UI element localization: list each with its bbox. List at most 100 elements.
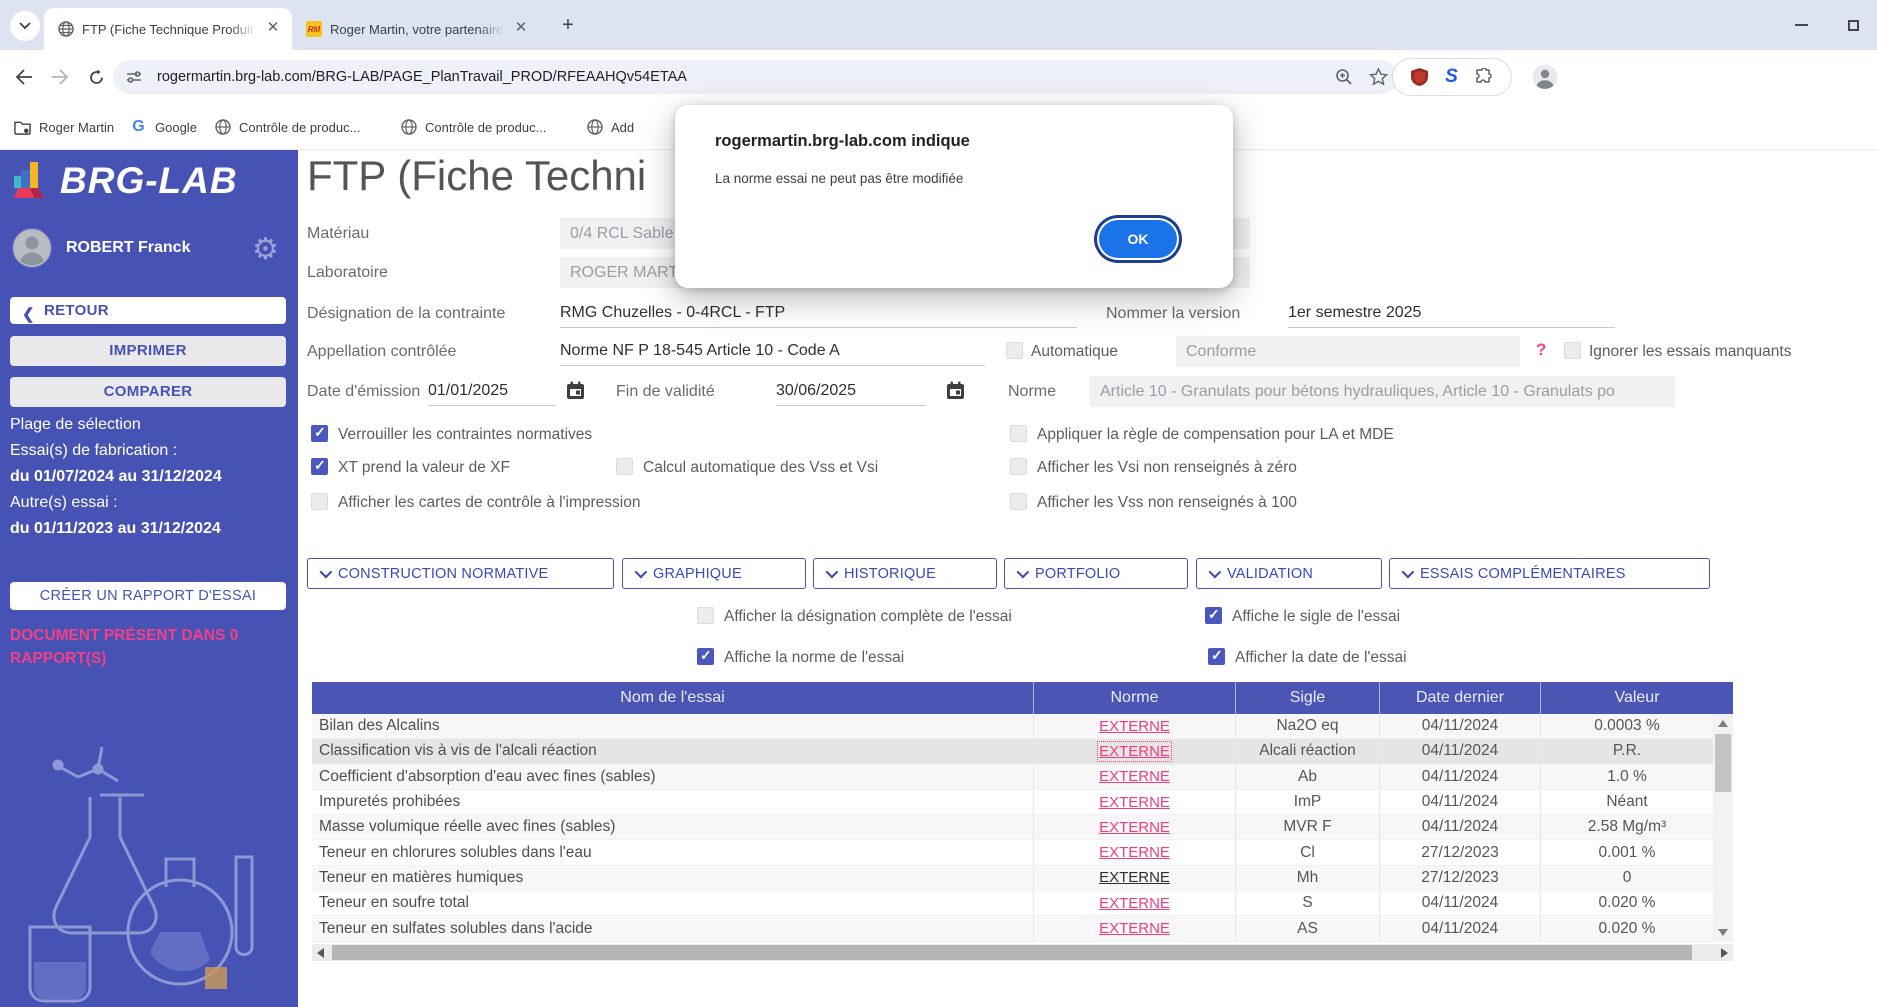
calcul-checkbox[interactable] — [616, 458, 633, 475]
scroll-up-icon[interactable] — [1718, 720, 1728, 727]
designation-input[interactable]: RMG Chuzelles - 0-4RCL - FTP — [560, 301, 1077, 328]
tab-search-button[interactable] — [10, 11, 40, 41]
extensions-pill: S — [1392, 58, 1512, 96]
alert-dialog: rogermartin.brg-lab.com indique La norme… — [675, 105, 1233, 288]
help-question-mark[interactable]: ? — [1536, 340, 1546, 360]
table-row[interactable]: Bilan des Alcalins EXTERNE Na2O eq 04/11… — [312, 714, 1733, 739]
col-date[interactable]: Date dernier — [1379, 682, 1540, 714]
scroll-down-icon[interactable] — [1718, 929, 1728, 936]
norme-link[interactable]: EXTERNE — [1099, 718, 1170, 735]
retour-button[interactable]: ❮ RETOUR — [10, 297, 286, 324]
date-essai-checkbox[interactable] — [1208, 648, 1225, 665]
fin-validite-input[interactable]: 30/06/2025 — [776, 379, 926, 406]
url-text[interactable]: rogermartin.brg-lab.com/BRG-LAB/PAGE_Pla… — [157, 69, 687, 85]
forward-button[interactable] — [46, 63, 74, 91]
cell-valeur: 0.020 % — [1540, 891, 1713, 915]
gear-icon[interactable]: ⚙ — [252, 232, 279, 267]
comparer-button[interactable]: COMPARER — [10, 377, 286, 407]
bookmark-item[interactable]: Contrôle de produc... — [392, 113, 554, 141]
dialog-message: La norme essai ne peut pas être modifiée — [715, 171, 963, 186]
brg-lab-logo-icon — [12, 160, 54, 202]
compensation-checkbox[interactable] — [1010, 425, 1027, 442]
profile-avatar[interactable] — [1528, 60, 1562, 94]
site-info-icon[interactable] — [125, 68, 143, 86]
accordion-button[interactable]: CONSTRUCTION NORMATIVE — [307, 558, 614, 589]
table-row[interactable]: Impuretés prohibées EXTERNE ImP 04/11/20… — [312, 790, 1733, 815]
browser-tab[interactable]: RM Roger Martin, votre partenaire t ✕ — [292, 8, 540, 50]
accordion-button[interactable]: HISTORIQUE — [813, 558, 997, 589]
norme-link[interactable]: EXTERNE — [1099, 869, 1170, 886]
table-row[interactable]: Teneur en matières humiques EXTERNE Mh 2… — [312, 866, 1733, 891]
cell-date: 04/11/2024 — [1379, 891, 1540, 915]
norme-link[interactable]: EXTERNE — [1099, 920, 1170, 937]
norme-link[interactable]: EXTERNE — [1099, 768, 1170, 785]
maximize-icon[interactable] — [1848, 20, 1859, 31]
table-row[interactable]: Teneur en chlorures solubles dans l'eau … — [312, 840, 1733, 865]
bookmark-star-icon[interactable] — [1369, 68, 1388, 86]
col-sigle[interactable]: Sigle — [1235, 682, 1379, 714]
table-row[interactable]: Masse volumique réelle avec fines (sable… — [312, 815, 1733, 840]
table-row[interactable]: Teneur en soufre total EXTERNE S 04/11/2… — [312, 891, 1733, 916]
hscroll-thumb[interactable] — [332, 945, 1692, 960]
table-row[interactable]: Classification vis à vis de l'alcali réa… — [312, 739, 1733, 764]
cell-sigle: Na2O eq — [1235, 714, 1379, 738]
bookmark-item[interactable]: Roger Martin — [6, 113, 122, 141]
col-norme[interactable]: Norme — [1033, 682, 1235, 714]
table-horizontal-scrollbar[interactable] — [312, 944, 1733, 961]
omnibox[interactable]: rogermartin.brg-lab.com/BRG-LAB/PAGE_Pla… — [113, 60, 1398, 94]
automatique-checkbox[interactable] — [1006, 342, 1023, 359]
ublock-extension-icon[interactable] — [1411, 68, 1428, 86]
vscroll-thumb[interactable] — [1715, 734, 1731, 792]
table-row[interactable]: Coefficient d'absorption d'eau avec fine… — [312, 765, 1733, 790]
vss-checkbox[interactable] — [1010, 493, 1027, 510]
scroll-left-icon[interactable] — [317, 948, 324, 958]
col-nom[interactable]: Nom de l'essai — [312, 682, 1033, 714]
norme-link[interactable]: EXTERNE — [1099, 844, 1170, 861]
zoom-icon[interactable] — [1335, 68, 1353, 86]
browser-toolbar: rogermartin.brg-lab.com/BRG-LAB/PAGE_Pla… — [0, 50, 1877, 104]
date-emission-input[interactable]: 01/01/2025 — [428, 379, 556, 406]
col-valeur[interactable]: Valeur — [1540, 682, 1733, 714]
calendar-icon[interactable] — [946, 381, 965, 400]
reload-button[interactable] — [82, 63, 110, 91]
browser-tab[interactable]: FTP (Fiche Technique Produit) N ✕ — [44, 8, 292, 50]
ok-button[interactable]: OK — [1099, 220, 1177, 258]
table-body: Bilan des Alcalins EXTERNE Na2O eq 04/11… — [312, 714, 1733, 942]
designation-complete-checkbox[interactable] — [697, 607, 714, 624]
ignorer-checkbox[interactable] — [1564, 342, 1581, 359]
xt-checkbox[interactable] — [311, 458, 328, 475]
back-button[interactable] — [10, 63, 38, 91]
table-vertical-scrollbar[interactable] — [1713, 714, 1733, 942]
bookmark-item[interactable]: Add — [578, 113, 642, 141]
norme-link[interactable]: EXTERNE — [1099, 895, 1170, 912]
verrouiller-checkbox[interactable] — [311, 425, 328, 442]
s-extension-icon[interactable]: S — [1445, 66, 1458, 88]
close-icon[interactable]: ✕ — [264, 20, 282, 38]
extensions-puzzle-icon[interactable] — [1475, 68, 1493, 86]
scroll-right-icon[interactable] — [1721, 948, 1728, 958]
new-tab-button[interactable]: + — [556, 14, 580, 37]
vsi-checkbox[interactable] — [1010, 458, 1027, 475]
cell-date: 04/11/2024 — [1379, 790, 1540, 814]
sigle-checkbox[interactable] — [1205, 607, 1222, 624]
norme-link[interactable]: EXTERNE — [1099, 743, 1170, 760]
norme-essai-checkbox[interactable] — [697, 648, 714, 665]
appellation-input[interactable]: Norme NF P 18-545 Article 10 - Code A — [560, 339, 985, 366]
bookmark-item[interactable]: G Google — [122, 113, 205, 141]
accordion-button[interactable]: PORTFOLIO — [1004, 558, 1188, 589]
table-row[interactable]: Teneur en sulfates solubles dans l'acide… — [312, 916, 1733, 941]
norme-link[interactable]: EXTERNE — [1099, 819, 1170, 836]
version-input[interactable]: 1er semestre 2025 — [1288, 301, 1615, 328]
imprimer-button[interactable]: IMPRIMER — [10, 336, 286, 366]
cartes-checkbox[interactable] — [311, 493, 328, 510]
accordion-button[interactable]: ESSAIS COMPLÉMENTAIRES — [1389, 558, 1710, 589]
creer-rapport-button[interactable]: CRÉER UN RAPPORT D'ESSAI — [10, 582, 286, 610]
accordion-button[interactable]: VALIDATION — [1196, 558, 1382, 589]
calendar-icon[interactable] — [566, 381, 585, 400]
accordion-button[interactable]: GRAPHIQUE — [622, 558, 806, 589]
close-icon[interactable]: ✕ — [512, 20, 530, 38]
cartes-label: Afficher les cartes de contrôle à l'impr… — [338, 494, 640, 512]
minimize-icon[interactable] — [1795, 24, 1808, 26]
norme-link[interactable]: EXTERNE — [1099, 794, 1170, 811]
bookmark-item[interactable]: Contrôle de produc... — [206, 113, 368, 141]
